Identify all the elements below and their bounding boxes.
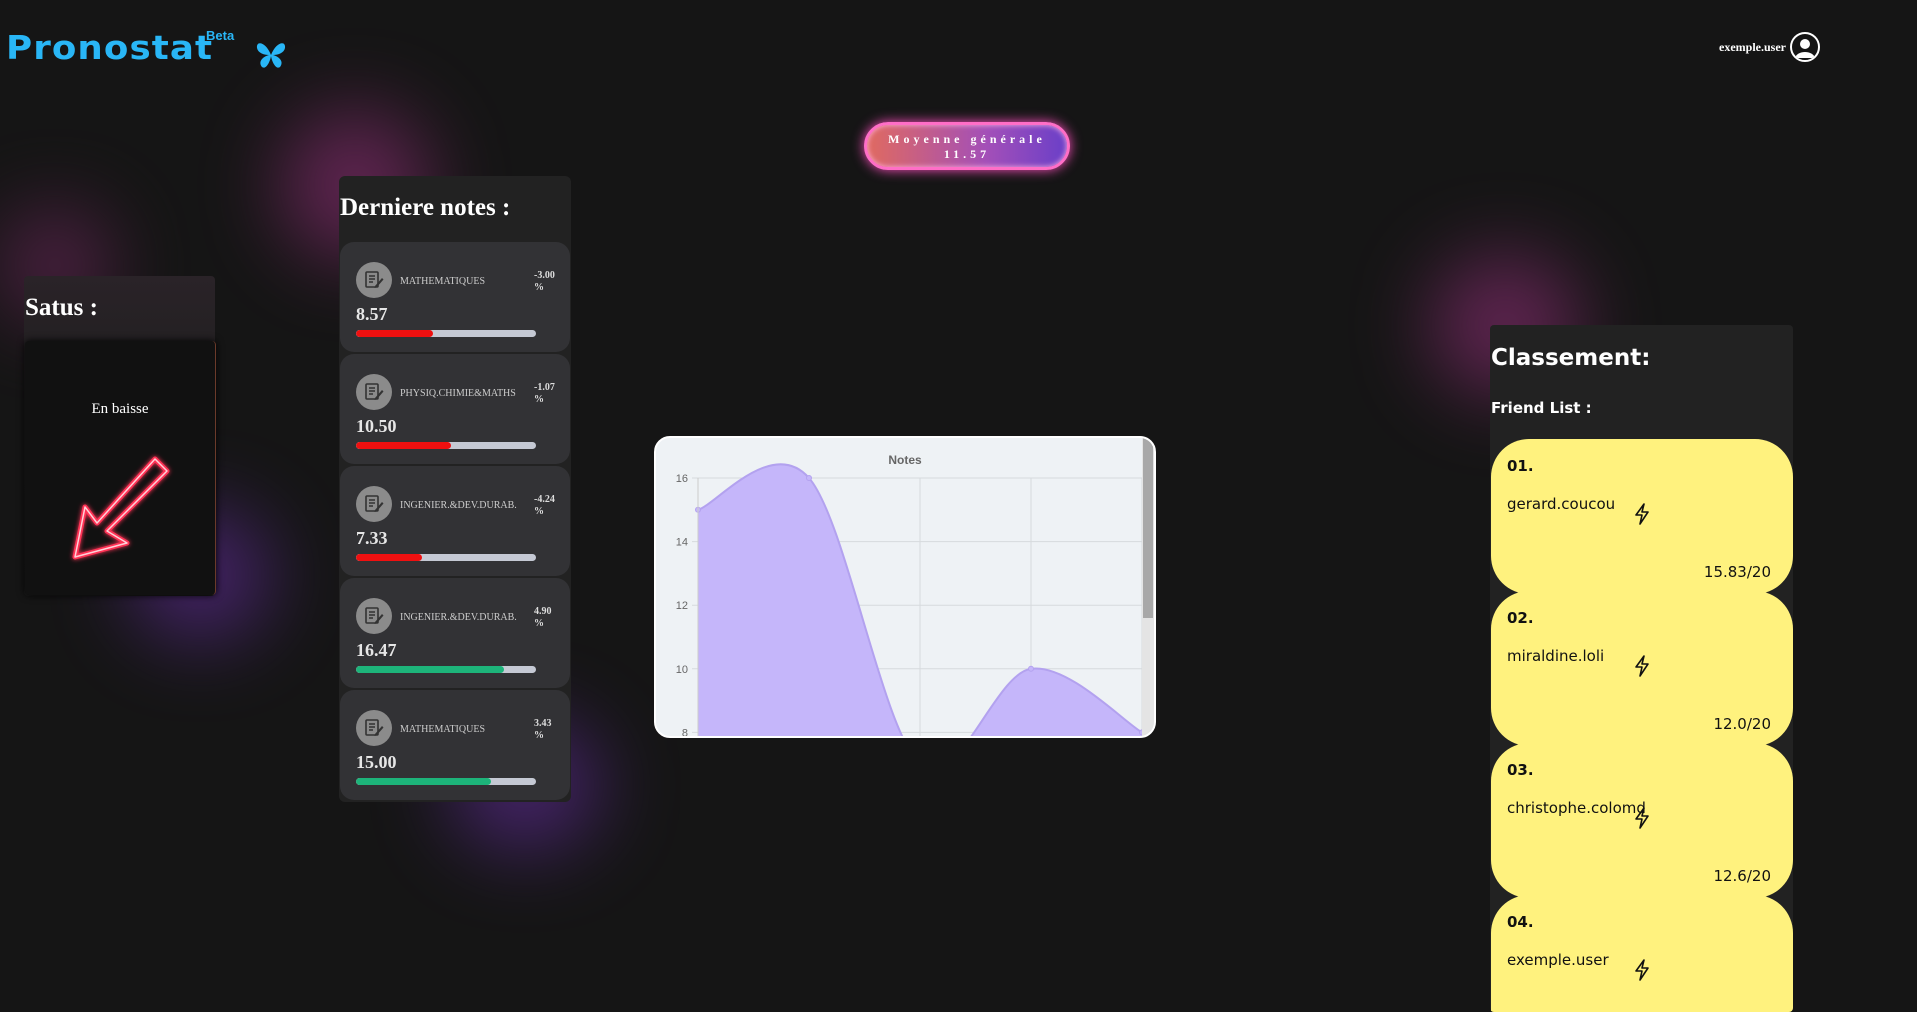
note-progress-bar — [356, 778, 536, 785]
note-card[interactable]: PHYSIQ.CHIMIE&MATHS -1.07% 10.50 — [340, 354, 570, 464]
note-progress-fill — [356, 442, 451, 449]
friend-name: gerard.coucou — [1507, 495, 1616, 513]
note-card[interactable]: MATHEMATIQUES 3.43% 15.00 — [340, 690, 570, 800]
document-edit-icon — [356, 374, 392, 410]
user-avatar-icon[interactable] — [1789, 32, 1820, 62]
butterfly-icon — [254, 40, 288, 78]
note-value: 7.33 — [356, 528, 388, 548]
ranking-panel: Classement: Friend List : 01. gerard.cou… — [1490, 325, 1793, 1012]
note-card[interactable]: INGENIER.&DEV.DURAB. -4.24% 7.33 — [340, 466, 570, 576]
friend-list-title: Friend List : — [1491, 399, 1592, 417]
beta-badge: Beta — [206, 28, 235, 43]
general-average-badge: Moyenne générale 11.57 — [864, 122, 1070, 170]
lightning-bolt-icon[interactable] — [1633, 959, 1651, 986]
chart-point — [806, 475, 812, 481]
note-progress-fill — [356, 666, 505, 673]
friend-name: exemple.user — [1507, 951, 1609, 969]
lightning-bolt-icon[interactable] — [1633, 503, 1651, 530]
friend-card[interactable]: 04. exemple.user — [1491, 895, 1793, 1012]
note-progress-fill — [356, 330, 434, 337]
chart-y-tick-label: 16 — [676, 473, 688, 485]
note-subject: MATHEMATIQUES — [400, 724, 485, 735]
note-value: 15.00 — [356, 752, 397, 772]
note-subject: INGENIER.&DEV.DURAB. — [400, 500, 517, 511]
lightning-bolt-icon[interactable] — [1633, 655, 1651, 682]
note-subject: INGENIER.&DEV.DURAB. — [400, 612, 517, 623]
status-card: En baisse — [25, 341, 216, 595]
note-change: -3.00% — [534, 270, 555, 293]
note-change: -1.07% — [534, 382, 555, 405]
friend-rank: 02. — [1507, 609, 1534, 627]
note-progress-fill — [356, 554, 422, 561]
username: exemple.user — [1719, 39, 1786, 54]
note-progress-fill — [356, 778, 491, 785]
note-card[interactable]: MATHEMATIQUES -3.00% 8.57 — [340, 242, 570, 352]
friend-name: miraldine.loli — [1507, 647, 1605, 665]
latest-notes-panel: Derniere notes : MATHEMATIQUES -3.00% 8.… — [339, 176, 571, 802]
note-progress-bar — [356, 330, 536, 337]
note-progress-bar — [356, 442, 536, 449]
logo-text: Pronostat — [6, 28, 214, 67]
friend-card[interactable]: 02. miraldine.loli 12.0/20 — [1491, 591, 1793, 746]
chart-point — [1028, 665, 1034, 672]
friend-rank: 04. — [1507, 913, 1534, 931]
chart-y-tick-label: 8 — [682, 727, 688, 736]
general-average-value: 11.57 — [943, 147, 991, 161]
chart-title: Notes — [888, 453, 922, 467]
friend-score: 12.0/20 — [1713, 715, 1771, 733]
app-logo[interactable]: Pronostat Beta — [6, 28, 286, 68]
status-label: En baisse — [91, 401, 149, 417]
chart-y-tick-label: 12 — [676, 600, 688, 612]
status-panel: Satus : En baisse — [24, 276, 216, 596]
note-card[interactable]: INGENIER.&DEV.DURAB. 4.90% 16.47 — [340, 578, 570, 688]
chart-y-tick-label: 10 — [676, 664, 688, 676]
friend-card[interactable]: 01. gerard.coucou 15.83/20 — [1491, 439, 1793, 594]
note-value: 16.47 — [356, 640, 397, 660]
note-value: 10.50 — [356, 416, 397, 436]
friend-card[interactable]: 03. christophe.colomd 12.6/20 — [1491, 743, 1793, 898]
note-progress-bar — [356, 554, 536, 561]
note-progress-bar — [356, 666, 536, 673]
notes-chart[interactable]: Notes 16 14 12 10 8 — [654, 436, 1156, 738]
note-change: 3.43% — [534, 718, 552, 741]
user-menu[interactable]: exemple.user — [1719, 32, 1820, 62]
document-edit-icon — [356, 710, 392, 746]
note-value: 8.57 — [356, 304, 388, 324]
friend-rank: 01. — [1507, 457, 1534, 475]
status-title: Satus : — [25, 294, 98, 321]
chart-scrollbar-thumb — [1143, 438, 1153, 618]
latest-notes-title: Derniere notes : — [340, 194, 511, 221]
ranking-title: Classement: — [1491, 345, 1651, 371]
note-change: 4.90% — [534, 606, 552, 629]
note-change: -4.24% — [534, 494, 555, 517]
note-subject: PHYSIQ.CHIMIE&MATHS — [400, 388, 516, 399]
friend-score: 12.6/20 — [1713, 867, 1771, 885]
document-edit-icon — [356, 598, 392, 634]
note-subject: MATHEMATIQUES — [400, 276, 485, 287]
friend-score: 15.83/20 — [1703, 563, 1771, 581]
document-edit-icon — [356, 262, 392, 298]
chart-y-tick-label: 14 — [676, 537, 688, 549]
notes-chart-svg: Notes 16 14 12 10 8 — [676, 438, 1154, 736]
document-edit-icon — [356, 486, 392, 522]
friend-name: christophe.colomd — [1507, 799, 1646, 817]
arrow-down-left-icon — [65, 449, 175, 574]
friend-rank: 03. — [1507, 761, 1534, 779]
lightning-bolt-icon[interactable] — [1633, 807, 1651, 834]
general-average-label: Moyenne générale — [888, 132, 1046, 146]
